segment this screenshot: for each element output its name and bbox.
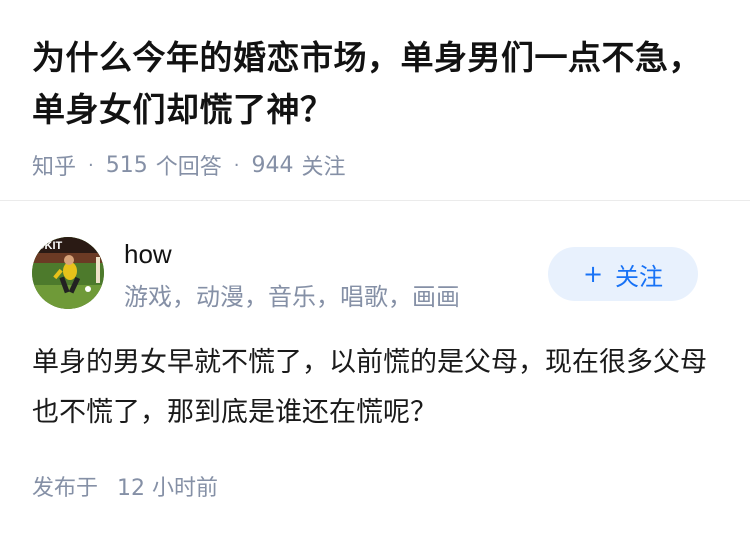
follow-count: 944 bbox=[251, 152, 294, 178]
question-header: 为什么今年的婚恋市场，单身男们一点不急，单身女们却慌了神？ 知乎 · 515 个… bbox=[32, 32, 722, 180]
avatar-image: OKIT bbox=[32, 237, 104, 309]
question-title[interactable]: 为什么今年的婚恋市场，单身男们一点不急，单身女们却慌了神？ bbox=[32, 32, 722, 136]
source-label: 知乎 bbox=[32, 155, 77, 180]
author-bio: 游戏，动漫，音乐，唱歌，画画 bbox=[124, 283, 460, 311]
answer-count: 515 bbox=[105, 152, 148, 178]
author-name[interactable]: how bbox=[124, 239, 172, 270]
question-meta: 知乎 · 515 个回答 · 944 关注 bbox=[32, 150, 722, 181]
meta-separator: · bbox=[88, 154, 94, 176]
answer-count-label: 个回答 bbox=[155, 155, 222, 180]
plus-icon: + bbox=[582, 260, 604, 288]
answer-content[interactable]: 单身的男女早就不慌了，以前慌的是父母，现在很多父母也不慌了，那到底是谁还在慌呢？ bbox=[32, 338, 722, 438]
answer-footer: 发布于 12 小时前 bbox=[32, 470, 218, 502]
meta-separator: · bbox=[233, 154, 240, 176]
follow-button-label: 关注 bbox=[615, 262, 664, 291]
follow-count-label: 关注 bbox=[301, 155, 346, 180]
author-card: OKIT how 游戏，动漫，音乐，唱歌，画画 + 关注 bbox=[32, 237, 722, 311]
follow-button[interactable]: + 关注 bbox=[548, 247, 698, 301]
avatar[interactable]: OKIT bbox=[32, 237, 104, 309]
section-divider bbox=[0, 200, 750, 208]
published-time: 12 小时前 bbox=[117, 476, 219, 501]
avatar-text: OKIT bbox=[36, 240, 63, 252]
published-label: 发布于 bbox=[32, 476, 99, 501]
